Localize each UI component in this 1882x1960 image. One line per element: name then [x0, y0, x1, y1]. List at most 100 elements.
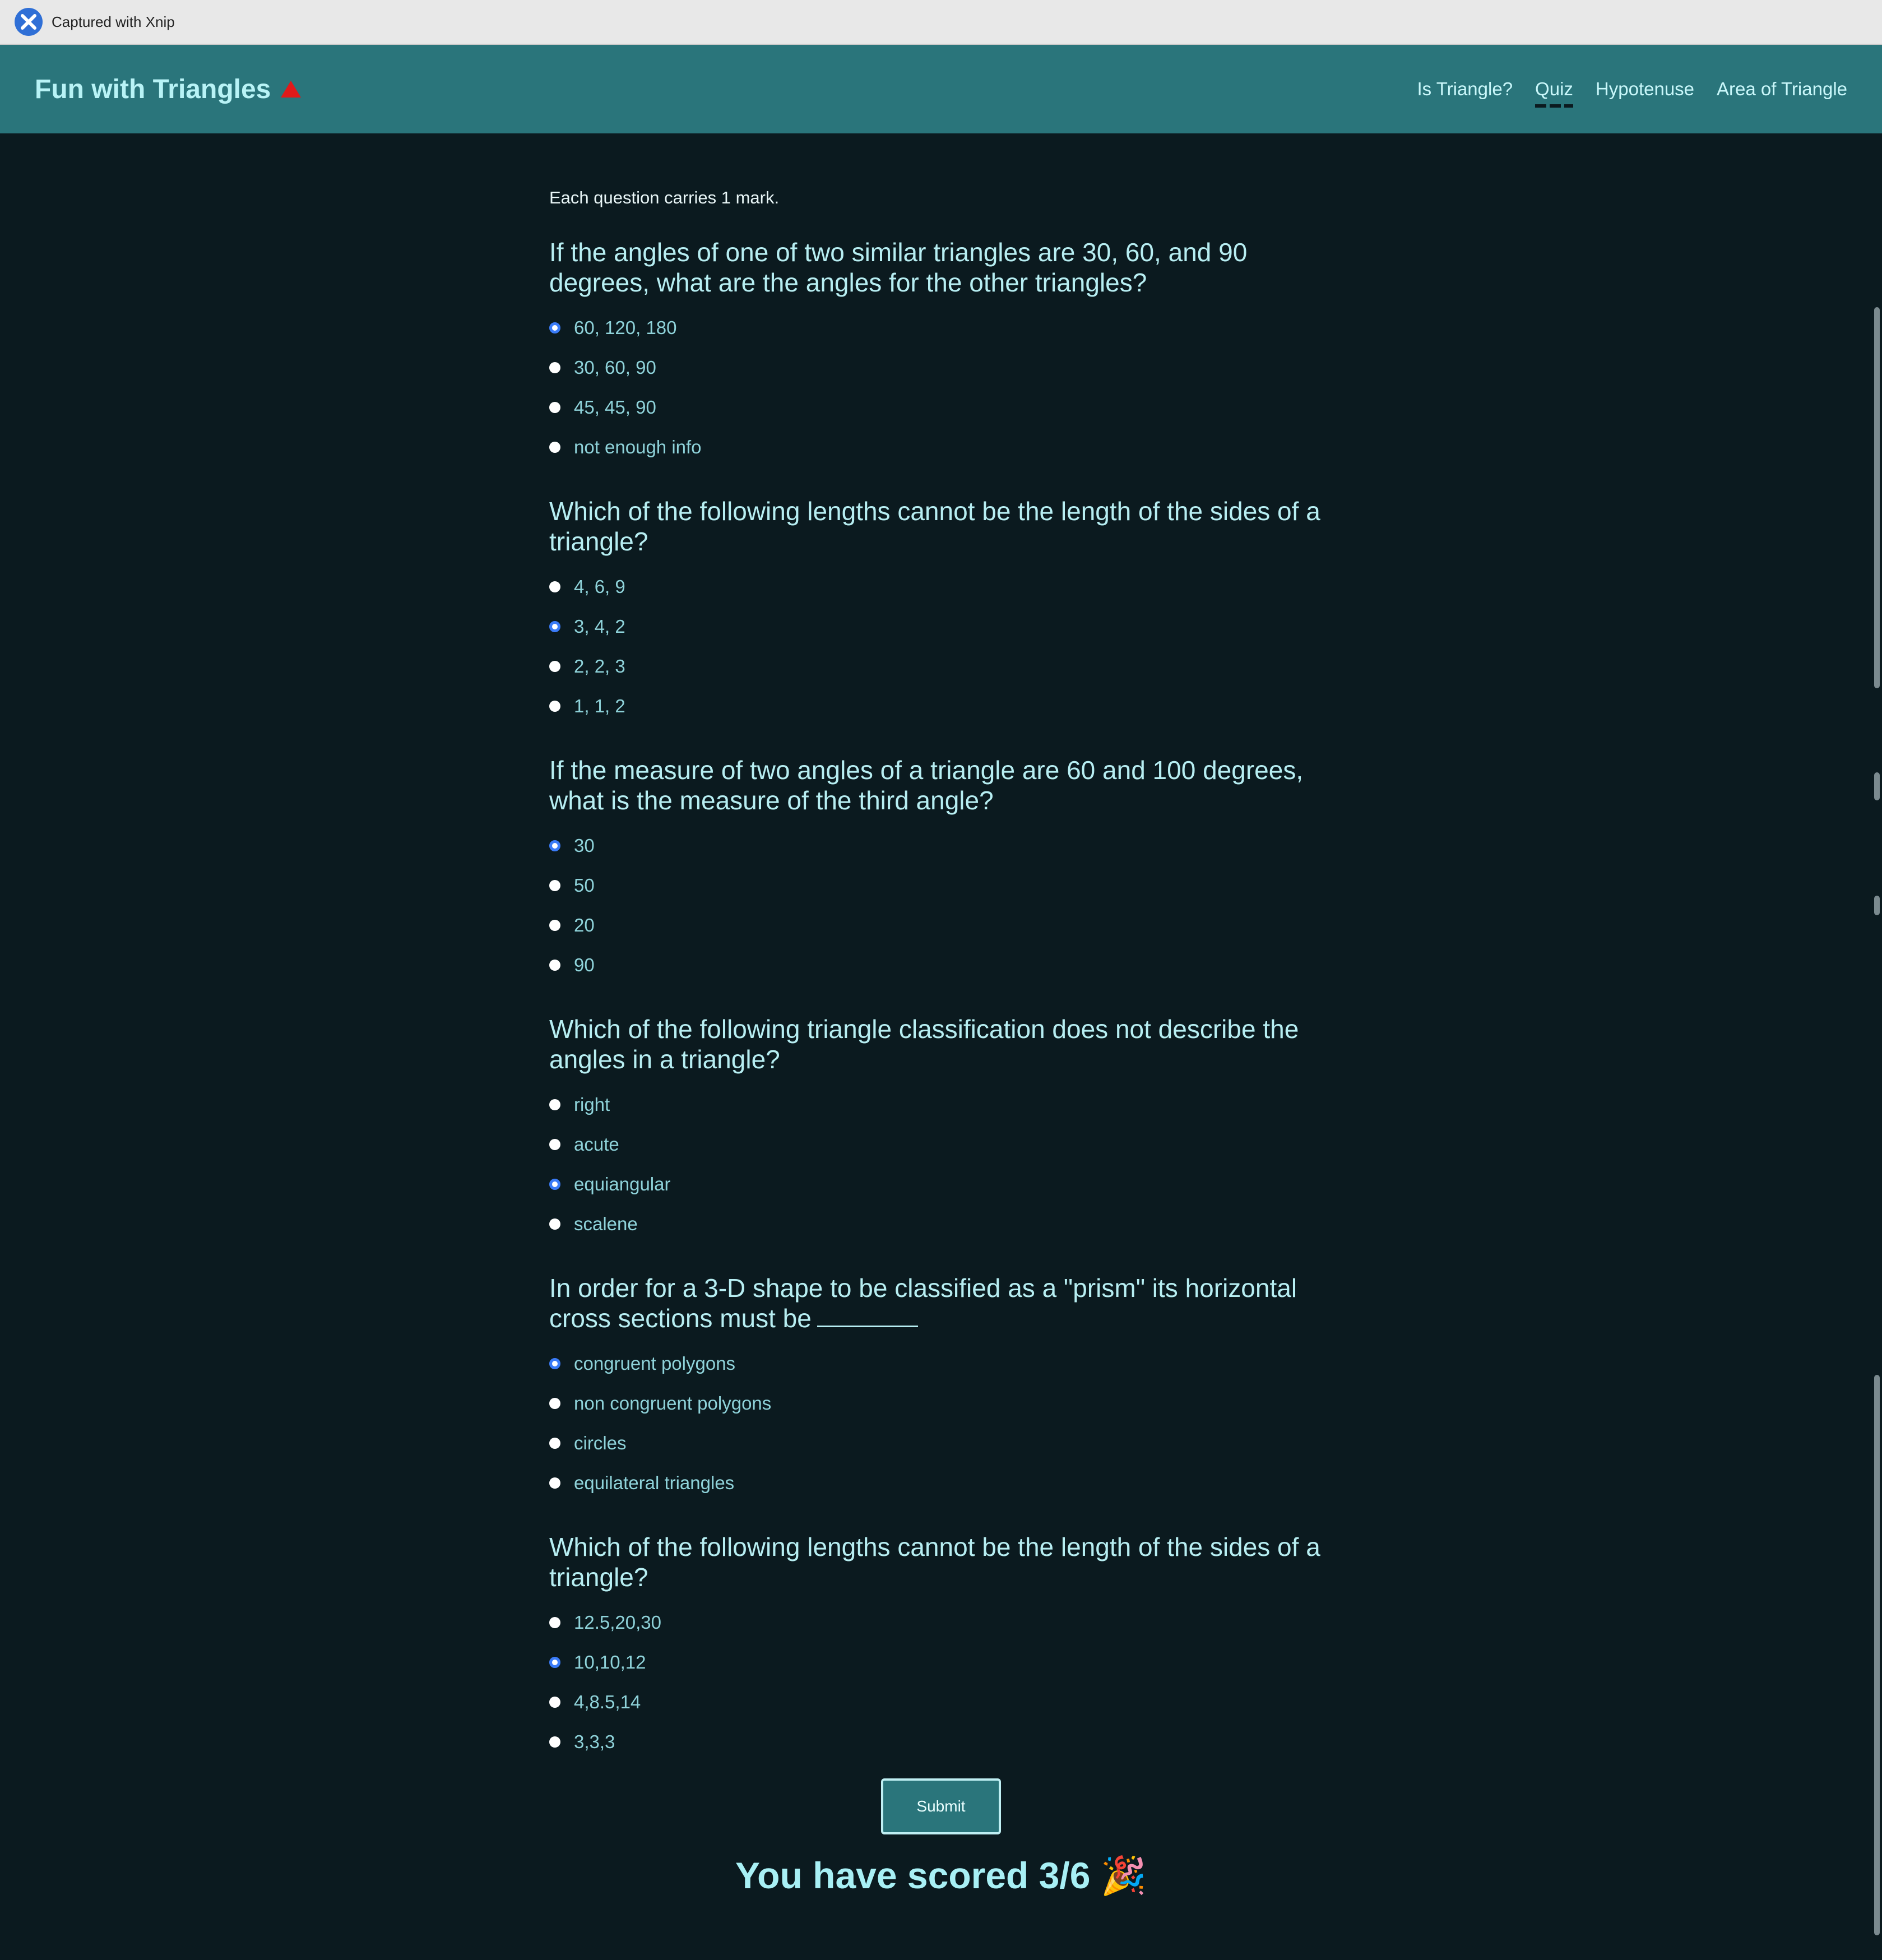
nav-link-quiz[interactable]: Quiz — [1535, 78, 1573, 108]
question-text: In order for a 3-D shape to be classifie… — [549, 1273, 1345, 1333]
radio-button[interactable] — [549, 879, 560, 891]
option-label[interactable]: 12.5,20,30 — [574, 1612, 661, 1633]
question-6: Which of the following lengths cannot be… — [549, 1532, 1345, 1762]
nav-link-area-of-triangle[interactable]: Area of Triangle — [1717, 78, 1847, 100]
option-label[interactable]: 1, 1, 2 — [574, 696, 625, 717]
option[interactable]: 10,10,12 — [549, 1642, 1345, 1682]
radio-button[interactable] — [549, 1397, 560, 1409]
radio-button-selected[interactable] — [549, 1656, 560, 1668]
option-label[interactable]: 45, 45, 90 — [574, 397, 656, 418]
option-label[interactable]: 30 — [574, 835, 595, 856]
question-text: If the angles of one of two similar tria… — [549, 238, 1248, 297]
option[interactable]: 4, 6, 9 — [549, 567, 1345, 606]
option[interactable]: right — [549, 1085, 1345, 1124]
radio-button-selected[interactable] — [549, 840, 560, 851]
radio-button[interactable] — [549, 401, 560, 413]
option[interactable]: 4,8.5,14 — [549, 1682, 1345, 1722]
radio-button[interactable] — [549, 1138, 560, 1150]
option-label[interactable]: scalene — [574, 1213, 638, 1235]
option[interactable]: 3,3,3 — [549, 1722, 1345, 1762]
option-label[interactable]: equilateral triangles — [574, 1472, 734, 1494]
score-message: You have scored 3/6 🎉 — [735, 1855, 1147, 1896]
question-text: Which of the following triangle classifi… — [549, 1014, 1299, 1074]
radio-button[interactable] — [549, 919, 560, 931]
option-label[interactable]: 2, 2, 3 — [574, 656, 625, 677]
radio-button[interactable] — [549, 581, 560, 592]
option[interactable]: congruent polygons — [549, 1343, 1345, 1383]
option[interactable]: 50 — [549, 865, 1345, 905]
option[interactable]: equiangular — [549, 1164, 1345, 1204]
radio-button[interactable] — [549, 1736, 560, 1748]
option[interactable]: 60, 120, 180 — [549, 308, 1345, 347]
radio-button[interactable] — [549, 660, 560, 672]
radio-button-selected[interactable] — [549, 322, 560, 333]
radio-button[interactable] — [549, 959, 560, 971]
option[interactable]: circles — [549, 1423, 1345, 1463]
radio-button-selected[interactable] — [549, 1178, 560, 1190]
option[interactable]: 45, 45, 90 — [549, 387, 1345, 427]
option[interactable]: 1, 1, 2 — [549, 686, 1345, 726]
quiz-content: Each question carries 1 mark. If the ang… — [549, 133, 1345, 1762]
option-label[interactable]: non congruent polygons — [574, 1393, 771, 1414]
scrollbar-thumb[interactable] — [1874, 896, 1880, 915]
option-label[interactable]: 30, 60, 90 — [574, 357, 656, 378]
question-1: If the angles of one of two similar tria… — [549, 237, 1345, 467]
nav-links: Is Triangle? Quiz Hypotenuse Area of Tri… — [1417, 78, 1847, 108]
radio-button[interactable] — [549, 1437, 560, 1449]
option[interactable]: 20 — [549, 905, 1345, 945]
question-text-content: In order for a 3-D shape to be classifie… — [549, 1273, 1297, 1333]
radio-button-selected[interactable] — [549, 1357, 560, 1369]
navbar: Fun with Triangles Is Triangle? Quiz Hyp… — [0, 45, 1882, 133]
radio-button[interactable] — [549, 700, 560, 712]
option-label[interactable]: 10,10,12 — [574, 1652, 646, 1673]
radio-button[interactable] — [549, 1477, 560, 1489]
option[interactable]: 30, 60, 90 — [549, 347, 1345, 387]
question-4: Which of the following triangle classifi… — [549, 1014, 1345, 1244]
option-label[interactable]: acute — [574, 1134, 619, 1155]
option-label[interactable]: not enough info — [574, 437, 702, 458]
submit-wrap: Submit — [0, 1778, 1882, 1834]
option[interactable]: 12.5,20,30 — [549, 1602, 1345, 1642]
option[interactable]: scalene — [549, 1204, 1345, 1244]
option[interactable]: non congruent polygons — [549, 1383, 1345, 1423]
option-label[interactable]: congruent polygons — [574, 1353, 735, 1374]
brand[interactable]: Fun with Triangles — [35, 74, 302, 105]
radio-button[interactable] — [549, 441, 560, 453]
option-label[interactable]: 3, 4, 2 — [574, 616, 625, 637]
option[interactable]: 30 — [549, 826, 1345, 865]
option-label[interactable]: right — [574, 1094, 610, 1115]
option[interactable]: equilateral triangles — [549, 1463, 1345, 1503]
question-3: If the measure of two angles of a triang… — [549, 755, 1345, 985]
option[interactable]: 90 — [549, 945, 1345, 985]
capture-bar: Captured with Xnip — [0, 0, 1882, 45]
option-label[interactable]: 4,8.5,14 — [574, 1692, 641, 1713]
option-label[interactable]: 20 — [574, 915, 595, 936]
option-label[interactable]: equiangular — [574, 1174, 670, 1195]
scrollbar-thumb[interactable] — [1874, 1375, 1880, 1935]
option-label[interactable]: 3,3,3 — [574, 1731, 615, 1753]
question-2: Which of the following lengths cannot be… — [549, 496, 1345, 726]
radio-button-selected[interactable] — [549, 620, 560, 632]
submit-button[interactable]: Submit — [881, 1778, 1001, 1834]
option-label[interactable]: 4, 6, 9 — [574, 576, 625, 597]
nav-link-is-triangle[interactable]: Is Triangle? — [1417, 78, 1513, 100]
option[interactable]: not enough info — [549, 427, 1345, 467]
option-label[interactable]: 60, 120, 180 — [574, 317, 677, 339]
question-5: In order for a 3-D shape to be classifie… — [549, 1273, 1345, 1503]
nav-link-hypotenuse[interactable]: Hypotenuse — [1596, 78, 1694, 100]
radio-button[interactable] — [549, 1696, 560, 1708]
option[interactable]: 3, 4, 2 — [549, 606, 1345, 646]
radio-button[interactable] — [549, 362, 560, 373]
option-label[interactable]: circles — [574, 1433, 627, 1454]
fill-in-blank — [817, 1304, 918, 1327]
radio-button[interactable] — [549, 1218, 560, 1230]
scrollbar[interactable] — [1871, 133, 1882, 1960]
option-label[interactable]: 50 — [574, 875, 595, 896]
option[interactable]: acute — [549, 1124, 1345, 1164]
scrollbar-thumb[interactable] — [1874, 772, 1880, 800]
radio-button[interactable] — [549, 1099, 560, 1110]
option-label[interactable]: 90 — [574, 954, 595, 976]
option[interactable]: 2, 2, 3 — [549, 646, 1345, 686]
radio-button[interactable] — [549, 1616, 560, 1628]
scrollbar-thumb[interactable] — [1874, 307, 1880, 688]
